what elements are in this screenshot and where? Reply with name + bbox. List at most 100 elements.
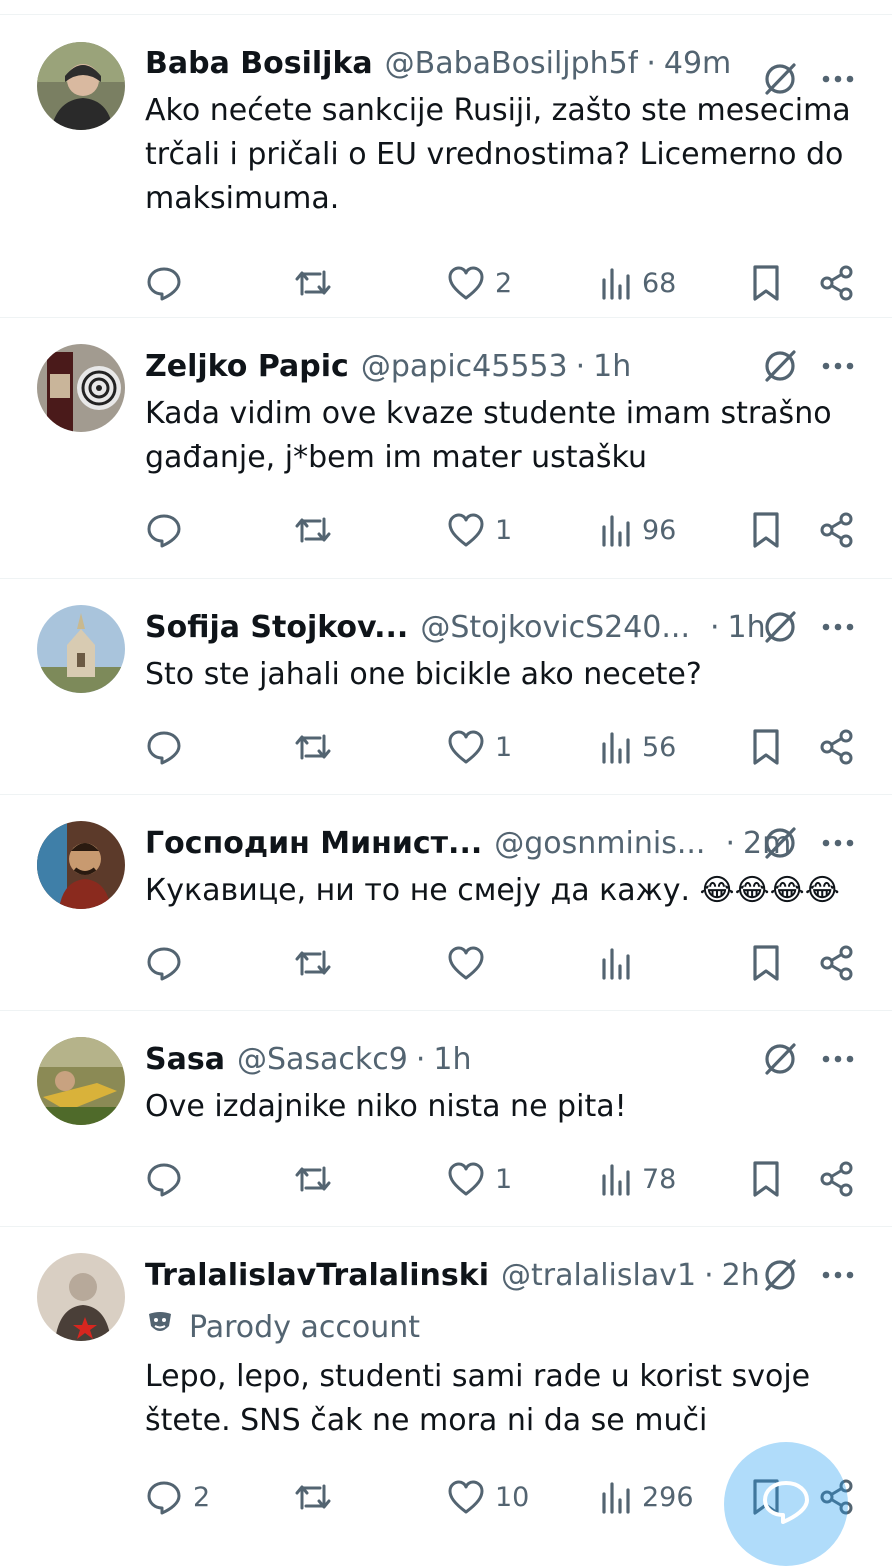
- tweet[interactable]: Sofija Stojkov... @StojkovicS240... · 1h…: [0, 579, 892, 795]
- username[interactable]: @StojkovicS240...: [420, 610, 690, 645]
- timestamp[interactable]: 2h: [722, 1258, 760, 1293]
- timestamp[interactable]: 1h: [433, 1042, 471, 1077]
- like-icon: [447, 1161, 485, 1197]
- like-button[interactable]: 2: [447, 265, 512, 301]
- avatar[interactable]: [37, 42, 125, 130]
- view-count: 78: [642, 1163, 677, 1195]
- tweet[interactable]: Zeljko Papic @papic45553 · 1h Kada vidim…: [0, 318, 892, 579]
- views-button[interactable]: 78: [600, 1162, 676, 1196]
- share-icon: [819, 728, 855, 766]
- display-name[interactable]: Господин Минист...: [145, 826, 482, 861]
- display-name[interactable]: Sasa: [145, 1042, 225, 1077]
- avatar[interactable]: [37, 821, 125, 909]
- views-button[interactable]: 96: [600, 513, 676, 547]
- top-divider: [0, 0, 892, 15]
- username[interactable]: @BabaBosiljph5f: [385, 46, 639, 81]
- reply-button[interactable]: [145, 728, 193, 766]
- bookmark-button[interactable]: [751, 1160, 781, 1198]
- avatar[interactable]: [37, 1037, 125, 1125]
- grok-icon[interactable]: [761, 608, 799, 646]
- reply-button[interactable]: [145, 511, 193, 549]
- grok-icon[interactable]: [761, 824, 799, 862]
- display-name[interactable]: Baba Bosiljka: [145, 46, 373, 81]
- bookmark-button[interactable]: [751, 511, 781, 549]
- grok-icon[interactable]: [761, 1040, 799, 1078]
- repost-button[interactable]: [293, 728, 333, 766]
- repost-icon: [293, 264, 333, 302]
- share-icon: [819, 264, 855, 302]
- tweet[interactable]: Baba Bosiljka @BabaBosiljph5f · 49m Ako …: [0, 15, 892, 318]
- share-icon: [819, 944, 855, 982]
- more-icon[interactable]: [821, 74, 855, 84]
- tweet[interactable]: Господин Минист... @gosnminis... · 2m Ку…: [0, 795, 892, 1011]
- more-icon[interactable]: [821, 361, 855, 371]
- like-button[interactable]: 1: [447, 1161, 512, 1197]
- compose-reply-button[interactable]: [724, 1442, 848, 1566]
- parody-mask-icon: [145, 1308, 175, 1346]
- repost-icon: [293, 728, 333, 766]
- repost-button[interactable]: [293, 944, 333, 982]
- more-icon[interactable]: [821, 622, 855, 632]
- reply-button[interactable]: [145, 264, 193, 302]
- share-button[interactable]: [819, 511, 855, 549]
- avatar[interactable]: [37, 1253, 125, 1341]
- views-icon: [600, 730, 632, 764]
- avatar[interactable]: [37, 344, 125, 432]
- bookmark-button[interactable]: [751, 944, 781, 982]
- reply-button[interactable]: [145, 1160, 193, 1198]
- views-button[interactable]: 56: [600, 730, 676, 764]
- like-icon: [447, 1479, 485, 1515]
- timestamp[interactable]: 1h: [728, 610, 766, 645]
- repost-button[interactable]: [293, 511, 333, 549]
- grok-icon[interactable]: [761, 60, 799, 98]
- tweet-actions: 2 68: [145, 263, 857, 303]
- display-name[interactable]: Zeljko Papic: [145, 349, 349, 384]
- timestamp[interactable]: 49m: [664, 46, 731, 81]
- bookmark-button[interactable]: [751, 264, 781, 302]
- repost-icon: [293, 1160, 333, 1198]
- tweet-text: Кукавице, ни то не смеју да кажу. 😂😂😂😂: [145, 873, 840, 908]
- like-count: 1: [495, 514, 513, 546]
- like-button[interactable]: 1: [447, 512, 512, 548]
- like-icon: [447, 512, 485, 548]
- display-name[interactable]: Sofija Stojkov...: [145, 610, 408, 645]
- repost-button[interactable]: [293, 264, 333, 302]
- reply-icon: [145, 728, 183, 766]
- tweet[interactable]: Sasa @Sasackc9 · 1h Ove izdajnike niko n…: [0, 1011, 892, 1227]
- like-button[interactable]: 10: [447, 1479, 529, 1515]
- views-button[interactable]: [600, 946, 642, 980]
- more-icon[interactable]: [821, 1054, 855, 1064]
- username[interactable]: @Sasackc9: [237, 1042, 408, 1077]
- username[interactable]: @tralalislav1: [501, 1258, 696, 1293]
- repost-button[interactable]: [293, 1160, 333, 1198]
- reply-button[interactable]: 2: [145, 1478, 210, 1516]
- reply-feed: Baba Bosiljka @BabaBosiljph5f · 49m Ako …: [0, 0, 892, 1557]
- views-icon: [600, 266, 632, 300]
- username[interactable]: @gosnminis...: [494, 826, 705, 861]
- share-button[interactable]: [819, 264, 855, 302]
- username[interactable]: @papic45553: [361, 349, 568, 384]
- view-count: 68: [642, 267, 677, 299]
- share-button[interactable]: [819, 1160, 855, 1198]
- repost-button[interactable]: [293, 1478, 333, 1516]
- like-button[interactable]: [447, 945, 495, 981]
- reply-icon: [145, 511, 183, 549]
- tweet-header: Господин Минист... @gosnminis... · 2m: [145, 819, 862, 867]
- views-button[interactable]: 68: [600, 266, 676, 300]
- grok-icon[interactable]: [761, 347, 799, 385]
- reply-icon: [145, 1478, 183, 1516]
- timestamp[interactable]: 1h: [593, 349, 631, 384]
- bookmark-button[interactable]: [751, 728, 781, 766]
- display-name[interactable]: TralalislavTralalinski: [145, 1258, 489, 1293]
- share-button[interactable]: [819, 728, 855, 766]
- share-button[interactable]: [819, 944, 855, 982]
- like-button[interactable]: 1: [447, 729, 512, 765]
- reply-button[interactable]: [145, 944, 193, 982]
- more-icon[interactable]: [821, 1270, 855, 1280]
- views-button[interactable]: 296: [600, 1480, 694, 1514]
- more-icon[interactable]: [821, 838, 855, 848]
- tweet-header: Zeljko Papic @papic45553 · 1h: [145, 342, 862, 390]
- avatar[interactable]: [37, 605, 125, 693]
- grok-icon[interactable]: [761, 1256, 799, 1294]
- tweet-text: Lepo, lepo, studenti sami rade u korist …: [145, 1359, 811, 1438]
